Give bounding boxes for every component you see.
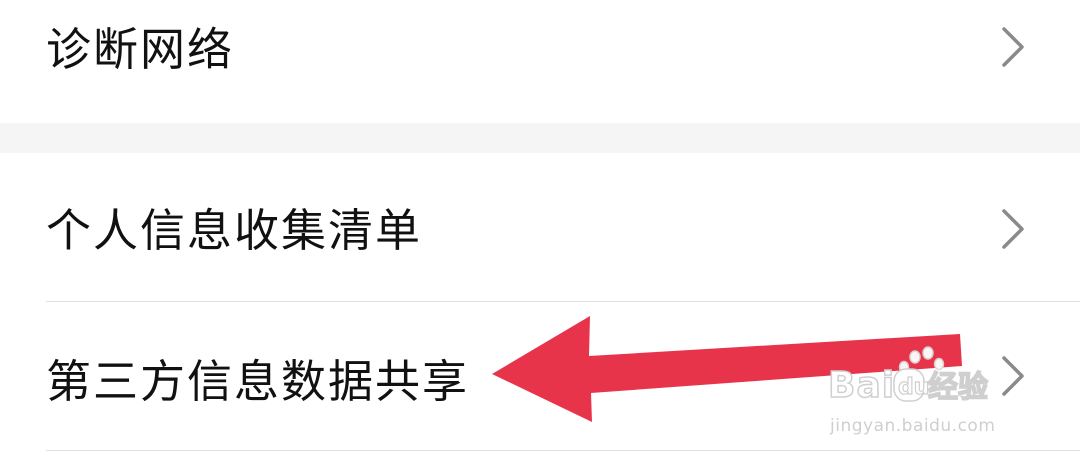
settings-item-label: 第三方信息数据共享 <box>46 355 470 408</box>
settings-item-third-party-data-sharing[interactable]: 第三方信息数据共享 <box>0 302 1080 450</box>
settings-item-label: 个人信息收集清单 <box>46 204 423 257</box>
settings-page: 诊断网络 个人信息收集清单 第三方信息数据共享 Bai du 经验 jingya… <box>0 0 1080 463</box>
settings-item-label: 诊断网络 <box>46 23 235 76</box>
chevron-right-icon <box>998 25 1028 69</box>
section-separator <box>0 123 1080 153</box>
settings-item-diagnose-network[interactable]: 诊断网络 <box>0 0 1080 123</box>
settings-item-personal-info-list[interactable]: 个人信息收集清单 <box>0 153 1080 301</box>
chevron-right-icon <box>998 207 1028 251</box>
row-divider <box>46 450 1080 451</box>
chevron-right-icon <box>998 354 1028 398</box>
